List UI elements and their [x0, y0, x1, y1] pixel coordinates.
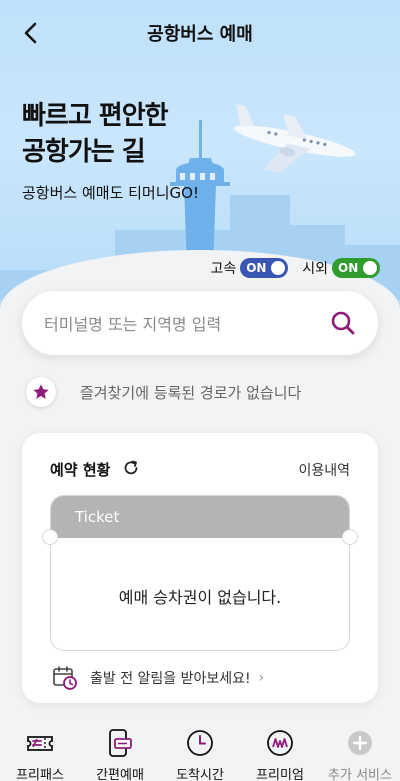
hero-headline-line1: 빠르고 편안한 — [22, 101, 169, 131]
intercity-toggle-label: 시외 — [302, 261, 328, 277]
departure-alarm-link[interactable]: 출발 전 알림을 받아보세요! › — [52, 665, 264, 691]
star-icon — [33, 384, 49, 399]
favorites-star-button[interactable] — [26, 377, 56, 407]
chevron-right-icon: › — [258, 670, 265, 686]
top-bar: 공항버스 예매 — [0, 0, 400, 64]
nav-premium[interactable]: 프리미엄 — [240, 724, 320, 781]
bottom-service-menu: 프리패스 간편예매 도착시간 프리미엄 추가 서비스 — [0, 724, 400, 781]
reservation-title: 예약 현황 — [50, 461, 111, 479]
page-title: 공항버스 예매 — [147, 24, 253, 45]
hero-subline: 공항버스 예매도 티머니GO! — [22, 184, 199, 202]
express-toggle[interactable]: ON — [240, 258, 289, 278]
ticket-empty-text: 예매 승차권이 없습니다. — [118, 588, 282, 607]
nav-additional-services-label: 추가 서비스 — [328, 768, 392, 781]
nav-quick-booking-label: 간편예매 — [96, 768, 144, 781]
phone-ticket-icon — [109, 729, 132, 757]
intercity-toggle-group: 시외 ON — [302, 258, 380, 278]
express-toggle-label: 고속 — [210, 261, 237, 277]
ticket-header: Ticket — [51, 496, 349, 538]
premium-icon — [267, 730, 293, 756]
toggle-knob — [271, 261, 286, 275]
ticket-placeholder: Ticket 예매 승차권이 없습니다. — [50, 495, 350, 651]
ticket-notch-right — [342, 529, 358, 545]
express-toggle-state: ON — [246, 261, 267, 275]
nav-arrival-time-label: 도착시간 — [176, 768, 224, 781]
usage-history-link[interactable]: 이용내역 — [298, 460, 350, 480]
ticket-notch-left — [42, 529, 58, 545]
nav-quick-booking[interactable]: 간편예매 — [80, 724, 160, 781]
ticket-pass-icon — [27, 736, 53, 751]
clock-icon — [187, 730, 213, 756]
refresh-icon[interactable] — [122, 459, 140, 477]
favorites-row: 즐겨찾기에 등록된 경로가 없습니다 — [26, 377, 301, 407]
alarm-text: 출발 전 알림을 받아보세요! — [90, 671, 251, 687]
nav-freepass-label: 프리패스 — [16, 768, 64, 781]
search-input[interactable]: 터미널명 또는 지역명 입력 — [22, 291, 378, 355]
bus-type-toggles: 고속 ON 시외 ON — [210, 258, 380, 278]
search-icon[interactable] — [330, 310, 356, 336]
calendar-alarm-icon — [53, 666, 77, 690]
nav-arrival-time[interactable]: 도착시간 — [160, 724, 240, 781]
nav-additional-services[interactable]: 추가 서비스 — [320, 724, 400, 781]
hero-headline-line2: 공항가는 길 — [22, 137, 146, 167]
plus-circle-icon — [348, 731, 372, 755]
hero-headline: 빠르고 편안한 공항가는 길 — [22, 98, 169, 170]
reservation-card: 예약 현황 이용내역 Ticket 예매 승차권이 없습니다. 출발 전 알림을… — [22, 433, 378, 703]
intercity-toggle-state: ON — [338, 261, 359, 275]
intercity-toggle[interactable]: ON — [332, 258, 380, 278]
toggle-knob — [363, 261, 377, 275]
search-placeholder: 터미널명 또는 지역명 입력 — [44, 315, 222, 334]
nav-premium-label: 프리미엄 — [256, 768, 304, 781]
nav-freepass[interactable]: 프리패스 — [0, 724, 80, 781]
favorites-empty-text: 즐겨찾기에 등록된 경로가 없습니다 — [80, 383, 302, 402]
express-toggle-group: 고속 ON — [210, 258, 289, 278]
